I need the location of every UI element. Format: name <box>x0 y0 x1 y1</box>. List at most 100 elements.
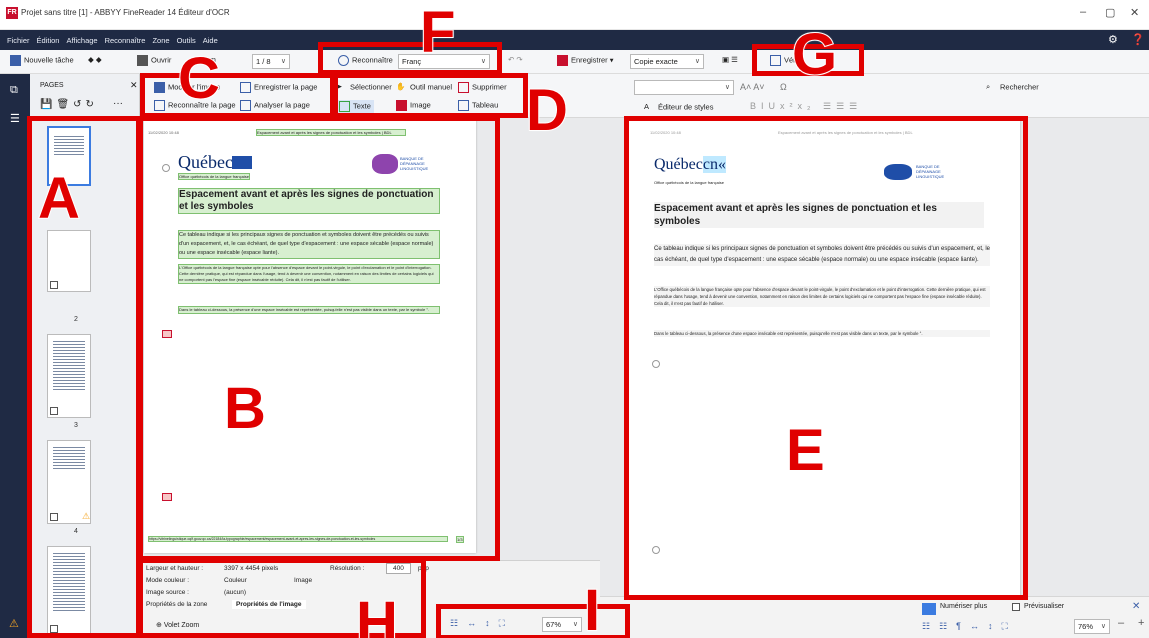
text-paragraph-2: L'Office québécois de la langue français… <box>654 286 990 307</box>
tab-zone-properties[interactable]: Propriétés de la zone <box>146 601 207 608</box>
font-select[interactable] <box>634 80 734 95</box>
folder-icon <box>137 55 148 66</box>
text-view-icons[interactable]: ☷☷¶↔↕⛶ <box>922 621 1017 632</box>
pdf-icon <box>557 55 568 66</box>
settings-gear-icon[interactable]: ⚙ <box>1108 33 1118 46</box>
fit-width-icon[interactable]: ☷↔↕⛶ <box>450 618 514 629</box>
text-bank-logo-icon <box>884 164 912 180</box>
pages-view-icon[interactable]: ⧉ <box>10 84 18 97</box>
new-task-button[interactable]: Nouvelle tâche <box>10 55 74 66</box>
menu-list-icon[interactable]: ☰ <box>10 112 20 125</box>
menu-zone[interactable]: Zone <box>152 36 169 45</box>
size-label: Largeur et hauteur : <box>146 565 204 572</box>
menu-help[interactable]: Aide <box>203 36 218 45</box>
page-type-icon <box>50 625 58 633</box>
page-thumbnail[interactable] <box>47 230 91 292</box>
special-char-icon[interactable]: Ω <box>780 82 787 92</box>
tab-image-properties[interactable]: Propriétés de l'image <box>232 600 306 609</box>
delete-button[interactable]: Supprimer <box>458 82 507 93</box>
style-editor-icon: A <box>644 102 650 111</box>
search-button[interactable]: ⌕ Rechercher <box>986 82 1039 93</box>
image-page[interactable]: 11/02/2020 10:48 Espacement avant et apr… <box>144 118 476 553</box>
label-a: A <box>37 166 81 231</box>
quebec-logo: Québec <box>178 152 233 172</box>
page-thumbnail[interactable] <box>47 546 91 636</box>
image-zone-marker[interactable] <box>162 330 172 338</box>
zoom-out-icon[interactable]: – <box>1118 617 1124 629</box>
resolution-input[interactable]: 400 <box>386 563 411 574</box>
bottom-close-icon[interactable]: ✕ <box>1132 601 1140 612</box>
image-zone-marker[interactable] <box>162 493 172 501</box>
save-page-button[interactable]: Enregistrer la page <box>240 82 317 93</box>
label-h: H <box>355 590 399 638</box>
select-tool-button[interactable]: ➤ Sélectionner <box>336 82 392 93</box>
menu-recognize[interactable]: Reconnaître <box>105 36 146 45</box>
help-icon[interactable]: ❓ <box>1131 33 1145 46</box>
text-format-icon[interactable]: BIUx²x₂ ☰☰☰ <box>750 101 862 112</box>
preview-checkbox[interactable] <box>1012 603 1020 611</box>
text-zoom-select[interactable]: 76% <box>1074 619 1110 634</box>
menu-tools[interactable]: Outils <box>177 36 196 45</box>
save-page-icon <box>240 82 251 93</box>
zoom-panel-button[interactable]: ⊕ Volet Zoom <box>156 621 199 629</box>
doc-paragraph-1: Ce tableau indique si les principaux sig… <box>178 230 440 259</box>
page-thumbnail[interactable] <box>47 334 91 418</box>
doc-header-date: 11/02/2020 10:48 <box>148 130 179 135</box>
warning-icon: ⚠ <box>82 511 91 521</box>
page-counter[interactable]: 1 / 8 <box>252 54 290 69</box>
scan-more-icon[interactable] <box>922 603 936 615</box>
manual-tool-button[interactable]: ✋ Outil manuel <box>396 82 452 93</box>
zone-type-value: Image <box>294 577 313 584</box>
text-editor-page[interactable]: 11/02/2020 10:48 Espacement avant et apr… <box>628 120 1020 596</box>
doc-header-title: Espacement avant et après les signes de … <box>256 129 406 136</box>
page-type-icon <box>50 407 58 415</box>
ribbon-toolbar: Modifier l'image Reconnaître la page Enr… <box>140 74 1149 118</box>
text-zone-button[interactable]: Texte <box>336 100 374 113</box>
page-type-icon <box>50 281 58 289</box>
zoom-in-icon[interactable]: + <box>1138 617 1144 629</box>
pages-close-icon[interactable]: ✕ <box>130 80 138 91</box>
recognize-page-icon <box>154 100 165 111</box>
pages-more-icon[interactable]: ··· <box>113 98 123 109</box>
warning-icon[interactable]: ⚠ <box>9 617 19 630</box>
source-label: Image source : <box>146 589 189 596</box>
page-thumbnail[interactable]: ⚠ <box>47 440 91 524</box>
preview-label: Prévisualiser <box>1024 603 1065 610</box>
zone-circle-icon <box>652 360 660 368</box>
scan-more-button[interactable]: Numériser plus <box>940 603 987 610</box>
pages-title: PAGES <box>40 82 64 89</box>
menu-view[interactable]: Affichage <box>66 36 97 45</box>
zone-circle-icon <box>162 164 170 172</box>
resolution-unit: ppp <box>418 565 429 572</box>
save-mode-select[interactable]: Copie exacte <box>630 54 704 69</box>
doc-paragraph-3: Dans le tableau ci-dessous, la présence … <box>178 306 440 314</box>
close-button[interactable]: ✕ <box>1130 6 1139 19</box>
font-size-up-icon[interactable]: A˄ A˅ <box>740 82 765 92</box>
open-button[interactable]: Ouvrir <box>137 55 171 66</box>
zoom-icon: ⊕ <box>156 622 164 629</box>
menu-edit[interactable]: Édition <box>37 36 60 45</box>
recognize-button[interactable]: Reconnaître <box>338 55 393 66</box>
menu-file[interactable]: Fichier <box>7 36 30 45</box>
style-editor-button[interactable]: A Éditeur de styles <box>644 102 713 113</box>
image-zoom-select[interactable]: 67% <box>542 617 582 632</box>
maximize-button[interactable]: ▢ <box>1105 6 1115 19</box>
view-mode-icon[interactable]: ▣ ☰ <box>722 55 738 64</box>
tasks-icon[interactable]: ◆ ◆ <box>88 55 102 64</box>
undo-icon[interactable]: ↶ ↷ <box>508 55 523 64</box>
zone-circle-icon <box>652 546 660 554</box>
left-sidebar: ⧉ ☰ ⚠ <box>0 74 30 638</box>
table-zone-button[interactable]: Tableau <box>458 100 498 111</box>
recognize-icon <box>338 55 349 66</box>
label-e: E <box>785 418 826 483</box>
edit-image-icon <box>154 82 165 93</box>
image-zone-button[interactable]: Image <box>396 100 431 111</box>
window-title: Projet sans titre [1] - ABBYY FineReader… <box>21 8 230 17</box>
pages-actions-icon[interactable]: 💾🗑↺↻ <box>40 99 98 110</box>
minimize-button[interactable]: – <box>1080 6 1086 18</box>
page-number: 2 <box>74 316 78 323</box>
analyze-page-button[interactable]: Analyser la page <box>240 100 310 111</box>
color-mode-value: Couleur <box>224 577 247 584</box>
size-value: 3397 x 4454 pixels <box>224 565 279 572</box>
save-button[interactable]: Enregistrer ▾ <box>557 55 614 66</box>
